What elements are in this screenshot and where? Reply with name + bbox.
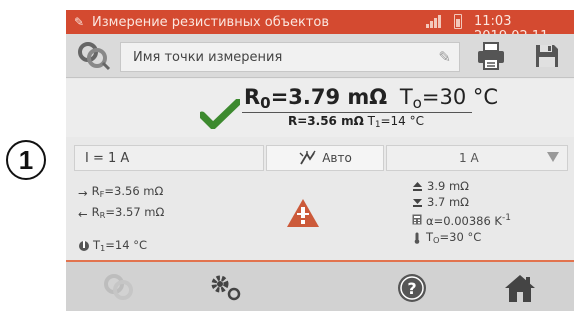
main-result: R0=3.79 mΩ To=30 °C: [244, 85, 498, 112]
triangle-down-icon: [547, 152, 559, 162]
test-current-field[interactable]: I = 1 A: [74, 145, 264, 171]
arrow-left-icon: ←: [78, 206, 88, 221]
toolbar: Имя точки измерения ✎: [66, 34, 574, 78]
status-bar: ✎ Измерение резистивных объектов 11:03 2…: [66, 10, 574, 44]
measurement-details: → RF=3.56 mΩ ← RR=3.57 mΩ T1=14 °C 3.9 m…: [66, 176, 574, 258]
probe-icon: [104, 274, 133, 300]
result-divider: [242, 112, 472, 113]
current-range-select[interactable]: 1 A: [386, 145, 568, 171]
help-button[interactable]: ?: [388, 270, 436, 306]
r-result: R=3.56 mΩ: [288, 114, 364, 128]
gears-icon: [211, 275, 241, 301]
calculator-icon: [412, 214, 422, 225]
rr-reading: ← RR=3.57 mΩ: [78, 205, 165, 221]
probe-icon: [78, 42, 111, 71]
mode-label: Авто: [322, 151, 352, 165]
thermometer-icon: [79, 240, 89, 251]
meter-screen: ✎ Измерение резистивных объектов 11:03 2…: [66, 10, 574, 311]
step-callout-label: 1: [18, 144, 34, 175]
point-name-placeholder: Имя точки измерения: [133, 49, 283, 65]
point-name-field[interactable]: Имя точки измерения ✎: [120, 42, 460, 72]
r-upper-limit: 3.9 mΩ: [412, 178, 511, 194]
probe-nav-button[interactable]: [96, 270, 144, 306]
step-callout: 1: [6, 140, 46, 180]
t1-reading: T1=14 °C: [78, 238, 147, 253]
help-icon: ?: [398, 274, 426, 302]
bottom-navigation: ?: [66, 262, 574, 311]
parameter-row: I = 1 A Авто 1 A: [66, 143, 574, 173]
limit-down-icon: [413, 198, 422, 207]
arrow-right-icon: →: [78, 185, 88, 200]
svg-text:?: ?: [407, 279, 416, 298]
pencil-icon: ✎: [73, 15, 85, 29]
mode-button[interactable]: Авто: [266, 145, 384, 171]
test-current-label: I = 1 A: [85, 150, 130, 166]
battery-icon: [454, 14, 462, 29]
t0-reading: TO=30 °C: [412, 229, 511, 248]
save-button[interactable]: [524, 38, 570, 74]
t1-result: T1=14 °C: [367, 114, 424, 131]
limit-readings: 3.9 mΩ 3.7 mΩ α=0.00386 K-1 TO=30 °C: [412, 178, 511, 248]
pencil-icon[interactable]: ✎: [438, 48, 451, 66]
auto-probe-icon: [299, 150, 316, 165]
t0-result: To=30 °C: [399, 85, 499, 112]
print-button[interactable]: [466, 38, 516, 74]
signal-icon: [426, 15, 441, 28]
r0-result: R0=3.79 mΩ: [244, 85, 388, 112]
warning-triangle-icon: [287, 199, 319, 227]
printer-icon: [478, 42, 504, 70]
rf-reading: → RF=3.56 mΩ: [78, 184, 164, 200]
screen-title: Измерение резистивных объектов: [92, 14, 329, 30]
settings-button[interactable]: [202, 270, 250, 306]
sub-result: R=3.56 mΩ T1=14 °C: [288, 114, 424, 130]
alpha-coefficient: α=0.00386 K-1: [412, 210, 511, 229]
checkmark-icon: [200, 99, 240, 129]
range-value: 1 A: [459, 151, 479, 165]
limit-up-icon: [413, 181, 422, 191]
directional-readings: → RF=3.56 mΩ ← RR=3.57 mΩ: [78, 182, 164, 224]
home-icon: [505, 275, 535, 302]
r-lower-limit: 3.7 mΩ: [412, 194, 511, 210]
home-button[interactable]: [496, 270, 544, 306]
measurement-result: R0=3.79 mΩ To=30 °C R=3.56 mΩ T1=14 °C: [66, 79, 574, 137]
thermometer-icon: [414, 232, 420, 245]
probe-button[interactable]: [74, 38, 114, 74]
floppy-disk-icon: [536, 45, 558, 67]
